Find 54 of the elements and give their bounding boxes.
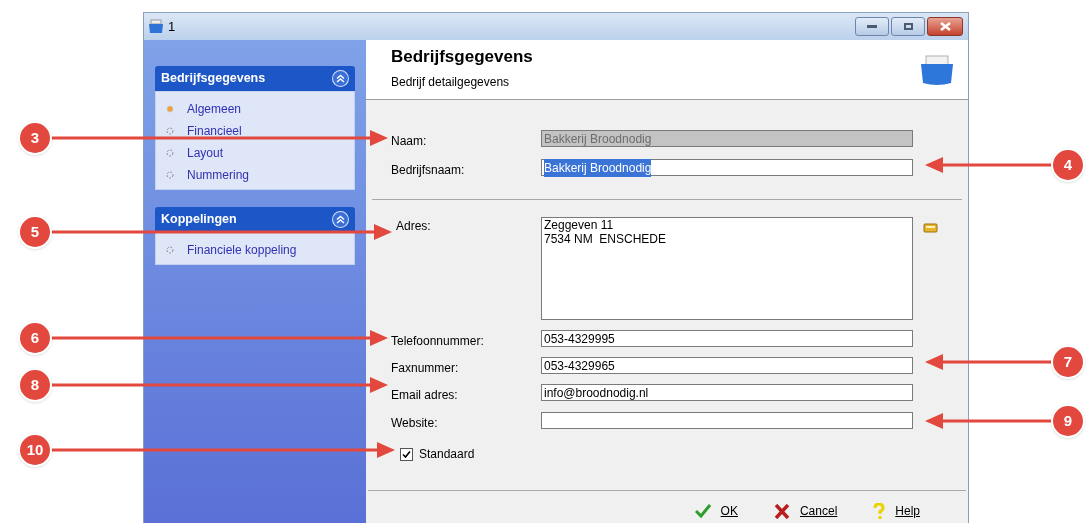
field-label: Email adres: (391, 387, 459, 404)
folder-box-icon (920, 54, 954, 86)
address-book-icon[interactable] (923, 222, 939, 234)
dialog-button[interactable]: Help (873, 502, 920, 520)
field-label: Bedrijfsnaam: (391, 162, 466, 179)
checkbox-label: Standaard (419, 446, 475, 463)
field-label: Telefoonnummer: (391, 333, 485, 350)
checkbox[interactable] (400, 447, 413, 461)
callout-number: 5 (18, 215, 52, 249)
address-line: 7534 NM ENSCHEDE (544, 232, 668, 246)
text-field[interactable] (541, 412, 913, 429)
callout-number: 6 (18, 321, 52, 355)
nav-link[interactable]: Financieel (187, 121, 242, 140)
field-label: Adres: (396, 218, 432, 235)
page-title: Bedrijfsgegevens (391, 46, 533, 68)
address-line: Zeggeven 11 (544, 218, 615, 232)
window-title: 1 (168, 17, 176, 36)
nav-link[interactable]: Financiele koppeling (187, 240, 297, 259)
collapse-icon[interactable] (332, 211, 349, 228)
callout-number: 4 (1051, 148, 1085, 182)
text-field[interactable]: info@broodnodig.nl (541, 384, 913, 401)
page-subtitle: Bedrijf detailgegevens (391, 73, 511, 91)
field-label: Website: (391, 415, 439, 432)
nav-link[interactable]: Nummering (187, 165, 249, 184)
dialog-button[interactable]: Cancel (773, 502, 838, 520)
callout-number: 8 (18, 368, 52, 402)
nav-link[interactable]: Algemeen (187, 99, 242, 118)
text-field[interactable]: 053-4329995 (541, 330, 913, 347)
panel-header[interactable]: Bedrijfsgegevens (155, 66, 355, 91)
callout-number: 9 (1051, 404, 1085, 438)
collapse-icon[interactable] (332, 70, 349, 87)
panel-title: Bedrijfsgegevens (161, 70, 266, 88)
cross-icon (773, 503, 790, 519)
field-label: Naam: (391, 133, 428, 150)
app-icon (148, 19, 164, 34)
close-icon (939, 22, 951, 31)
panel-title: Koppelingen (161, 211, 237, 229)
text-field[interactable]: Bakkerij Broodnodig (541, 159, 913, 176)
field-label: Faxnummer: (391, 360, 460, 377)
callout-number: 10 (18, 433, 52, 467)
question-mark-icon (873, 502, 886, 520)
dialog-button[interactable]: OK (694, 502, 738, 520)
address-field[interactable]: Zeggeven 11 7534 NM ENSCHEDE (541, 217, 913, 320)
text-field[interactable]: 053-4329965 (541, 357, 913, 374)
minimize-icon (867, 25, 877, 28)
callout-number: 3 (18, 121, 52, 155)
maximize-button[interactable] (891, 17, 925, 36)
panel-header[interactable]: Koppelingen (155, 207, 355, 232)
nav-link[interactable]: Layout (187, 143, 224, 162)
minimize-button[interactable] (855, 17, 889, 36)
callout-number: 7 (1051, 345, 1085, 379)
close-button[interactable] (927, 17, 963, 36)
check-icon (694, 504, 711, 518)
maximize-icon (903, 23, 913, 30)
